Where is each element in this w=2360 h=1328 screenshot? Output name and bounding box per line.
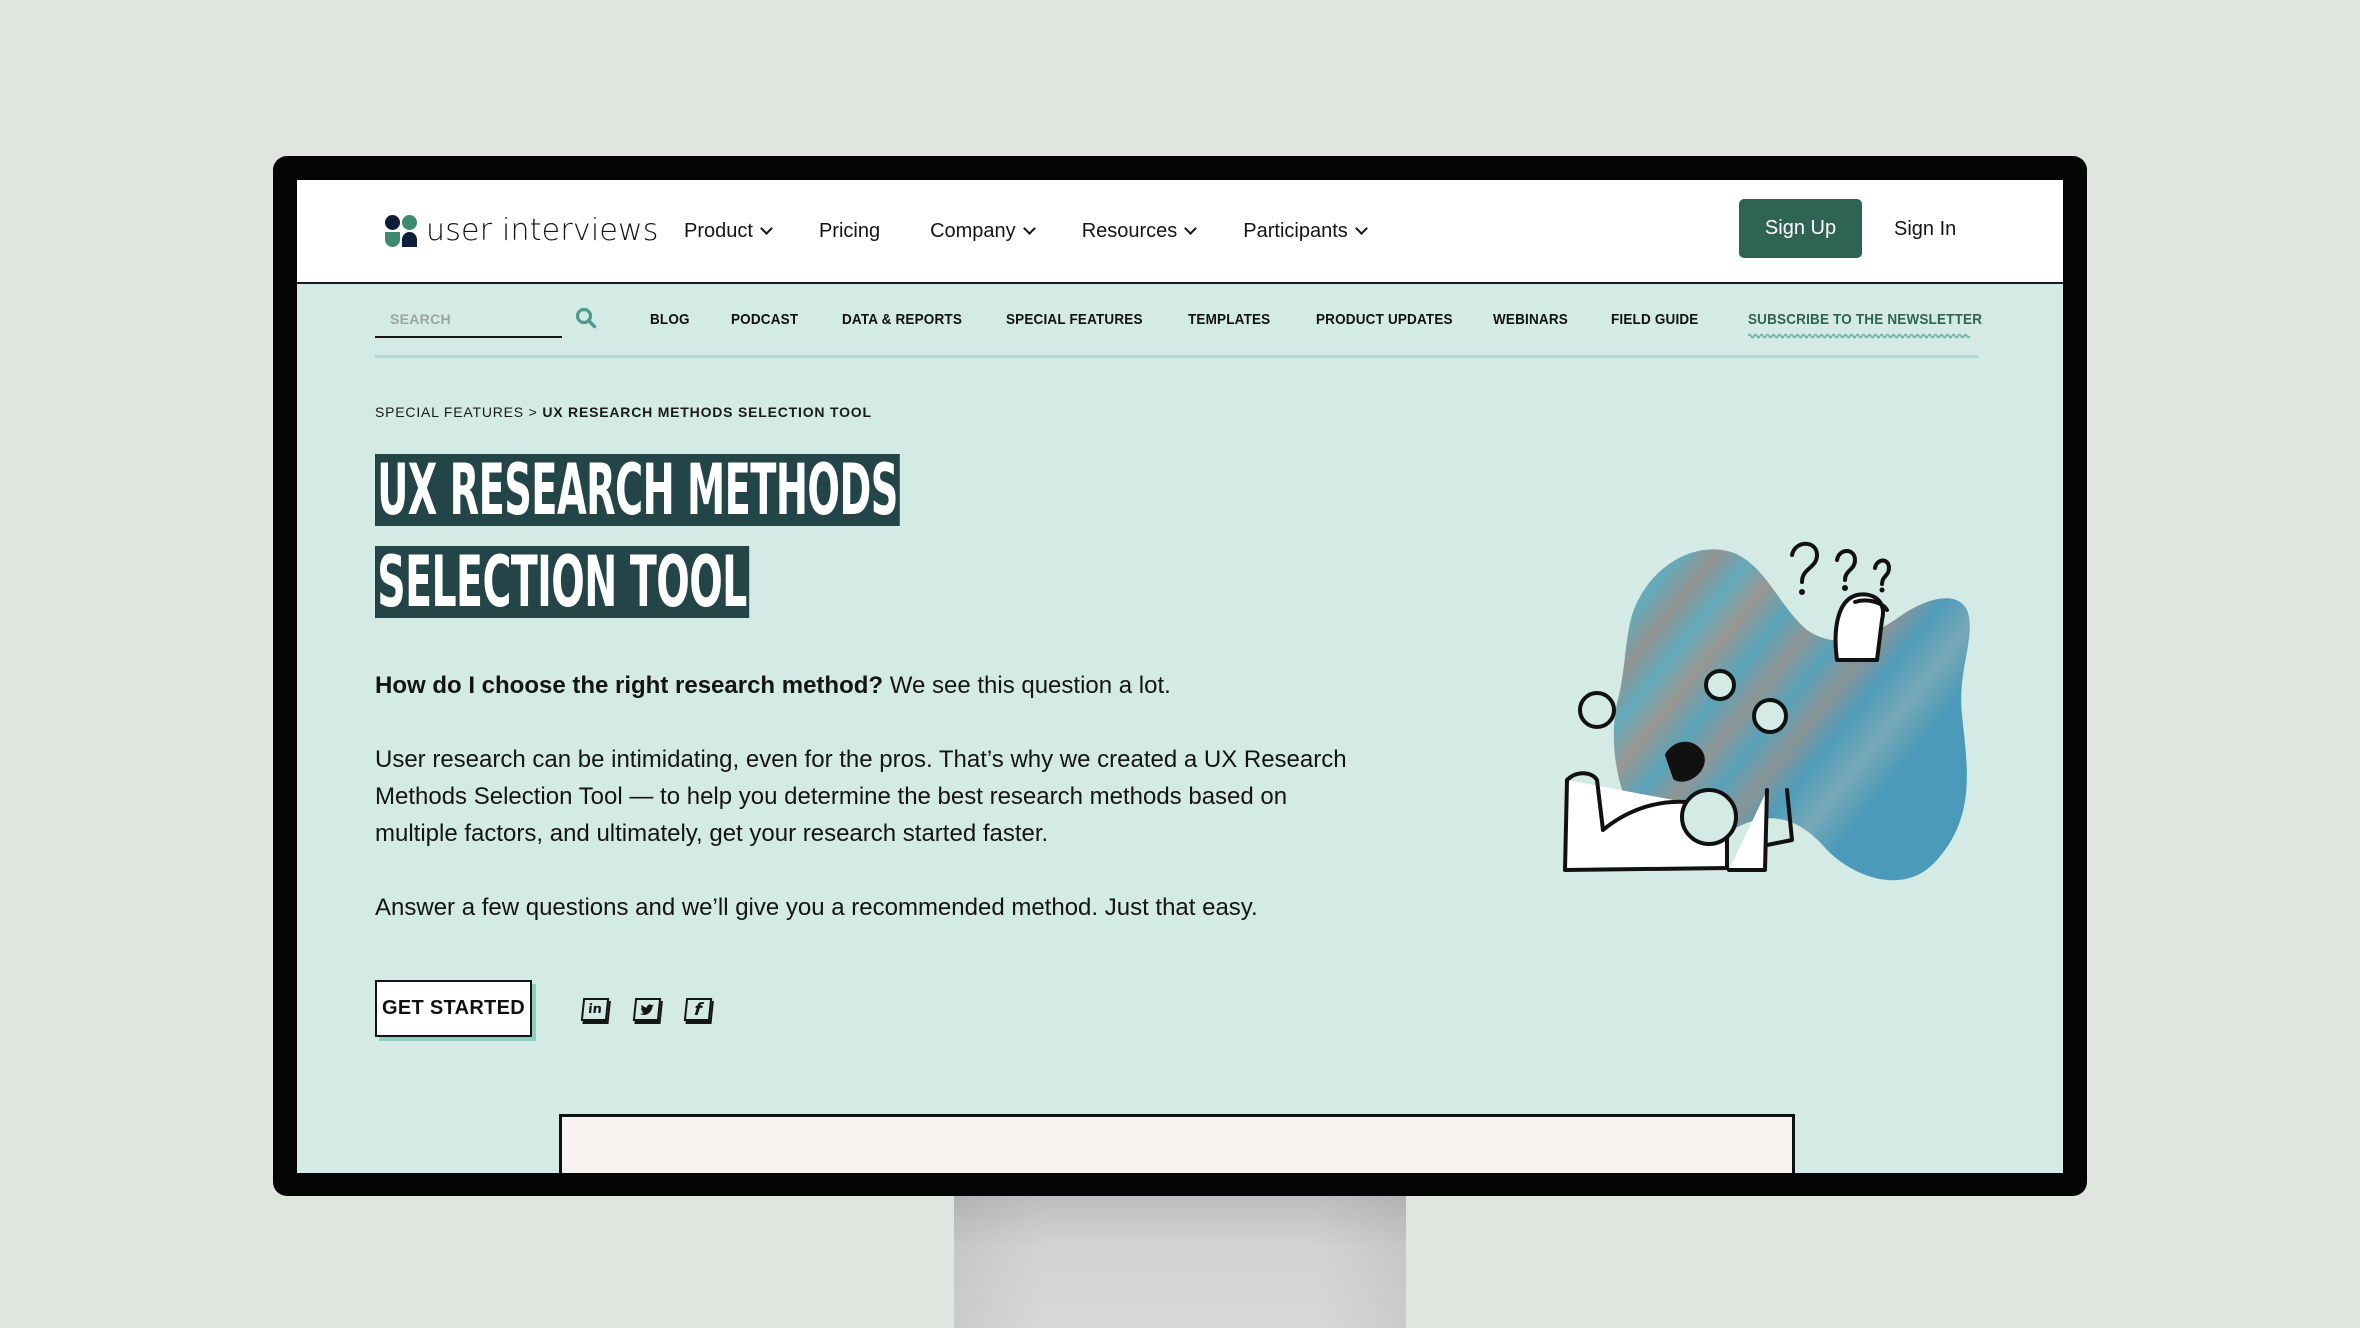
sign-up-button[interactable]: Sign Up xyxy=(1739,199,1862,258)
get-started-button[interactable]: GET STARTED xyxy=(375,980,532,1037)
nav-product[interactable]: Product xyxy=(684,219,773,243)
subnav-field-guide[interactable]: FIELD GUIDE xyxy=(1611,311,1698,328)
nav-pricing-label: Pricing xyxy=(818,219,881,242)
nav-product-label: Product xyxy=(684,219,753,242)
subnav-special-features[interactable]: SPECIAL FEATURES xyxy=(1006,311,1143,328)
instruction-paragraph: Answer a few questions and we’ll give yo… xyxy=(375,894,1258,921)
squiggle-underline xyxy=(1748,333,1970,339)
subnav-podcast[interactable]: PODCAST xyxy=(731,311,798,328)
logo-text: user interviews xyxy=(426,213,659,248)
monitor-stand xyxy=(954,1195,1406,1328)
logo-mark-icon xyxy=(385,214,417,247)
breadcrumb: SPECIAL FEATURES > UX RESEARCH METHODS S… xyxy=(375,404,872,420)
page-title-line-1: UX RESEARCH METHODS xyxy=(375,454,900,526)
nav-company-label: Company xyxy=(930,219,1016,242)
intro-question: How do I choose the right research metho… xyxy=(375,672,884,699)
subnav-links: BLOG PODCAST DATA & REPORTS SPECIAL FEAT… xyxy=(375,284,1982,358)
chevron-down-icon xyxy=(1354,222,1368,235)
hero-illustration xyxy=(1563,541,1970,881)
linkedin-icon: in xyxy=(580,998,610,1021)
subnav-data-reports[interactable]: DATA & REPORTS xyxy=(842,311,962,328)
intro-paragraph: How do I choose the right research metho… xyxy=(375,667,1355,704)
chevron-down-icon xyxy=(760,222,773,235)
nav-resources[interactable]: Resources xyxy=(1081,219,1198,243)
nav-participants[interactable]: Participants xyxy=(1243,219,1368,243)
subnav-product-updates[interactable]: PRODUCT UPDATES xyxy=(1316,311,1453,328)
subscribe-newsletter-link[interactable]: SUBSCRIBE TO THE NEWSLETTER xyxy=(1748,311,1982,328)
twitter-icon xyxy=(632,998,662,1021)
subnav-blog[interactable]: BLOG xyxy=(650,311,690,328)
monitor-bezel: user interviews Product Pricing Company … xyxy=(273,156,2087,1196)
nav-participants-label: Participants xyxy=(1243,219,1348,242)
facebook-icon: f xyxy=(683,998,713,1021)
breadcrumb-parent[interactable]: SPECIAL FEATURES xyxy=(375,404,524,420)
twitter-share-button[interactable] xyxy=(632,998,662,1023)
tool-card-preview xyxy=(559,1114,1795,1173)
facebook-share-button[interactable]: f xyxy=(683,998,713,1023)
nav-pricing[interactable]: Pricing xyxy=(819,220,880,243)
breadcrumb-current: UX RESEARCH METHODS SELECTION TOOL xyxy=(542,404,872,420)
breadcrumb-separator: > xyxy=(523,404,543,420)
description-paragraph: User research can be intimidating, even … xyxy=(375,746,1347,847)
browser-viewport: user interviews Product Pricing Company … xyxy=(297,180,2063,1173)
main-nav: Product Pricing Company Resources Partic… xyxy=(684,180,1414,282)
page-title-line-2: SELECTION TOOL xyxy=(375,546,749,618)
chevron-down-icon xyxy=(1184,222,1198,235)
resources-subnav: BLOG PODCAST DATA & REPORTS SPECIAL FEAT… xyxy=(375,284,1982,358)
subnav-templates[interactable]: TEMPLATES xyxy=(1188,311,1270,328)
nav-company[interactable]: Company xyxy=(930,219,1036,243)
sign-in-link[interactable]: Sign In xyxy=(1894,218,1956,241)
logo[interactable]: user interviews xyxy=(385,213,659,248)
linkedin-share-button[interactable]: in xyxy=(580,998,610,1023)
chevron-down-icon xyxy=(1022,222,1036,235)
intro-rest: We see this question a lot. xyxy=(883,672,1171,699)
nav-resources-label: Resources xyxy=(1081,219,1178,242)
subnav-webinars[interactable]: WEBINARS xyxy=(1493,311,1568,328)
site-header: user interviews Product Pricing Company … xyxy=(297,180,2063,284)
